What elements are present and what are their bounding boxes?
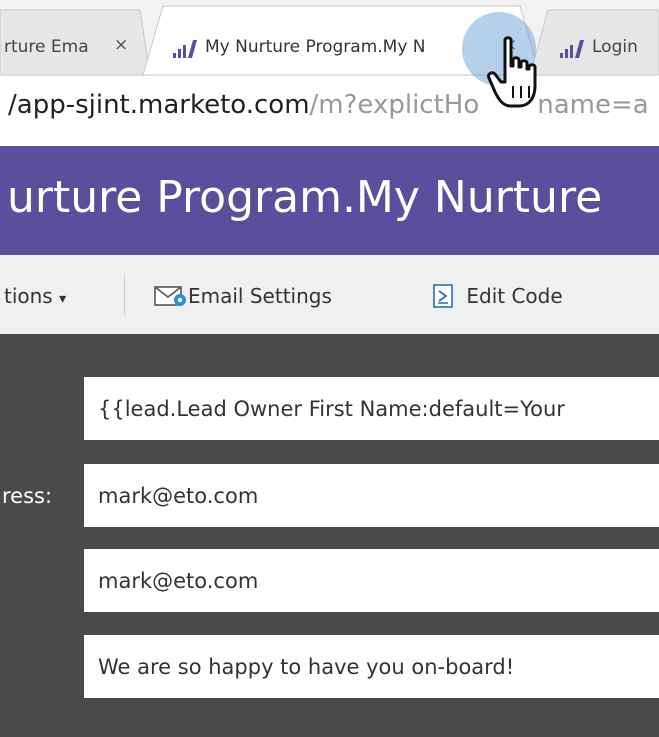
- url-text: /app-sjint.marketo.com/m?explictHo name=a: [8, 90, 649, 120]
- reply-to-field[interactable]: [84, 549, 659, 612]
- from-address-label: ress:: [2, 484, 53, 508]
- url-tail: name=a: [537, 90, 649, 120]
- edit-code-label: Edit Code: [466, 284, 563, 308]
- subject-field[interactable]: [84, 635, 659, 698]
- email-settings-panel: ress:: [0, 334, 659, 737]
- code-file-icon: [433, 284, 453, 308]
- editor-toolbar: tions ▾ Email Settings Edit Code: [0, 255, 659, 334]
- tab-label: rture Ema: [4, 37, 89, 57]
- actions-menu-button[interactable]: tions ▾: [4, 284, 66, 308]
- toolbar-divider: [124, 275, 125, 315]
- page-title: urture Program.My Nurture: [7, 172, 603, 223]
- program-header: urture Program.My Nurture: [0, 146, 659, 255]
- marketo-bars-icon: [560, 40, 584, 58]
- browser-tab-strip: rture Ema × My Nurture Program.My N × Lo…: [0, 0, 659, 75]
- address-bar[interactable]: /app-sjint.marketo.com/m?explictHo name=a: [0, 75, 659, 145]
- close-icon[interactable]: ×: [114, 35, 128, 55]
- hand-pointer-icon: [487, 36, 537, 108]
- url-path: /m?explictHo: [309, 90, 480, 120]
- edit-code-button[interactable]: Edit Code: [432, 284, 563, 308]
- from-address-field[interactable]: [84, 464, 659, 527]
- marketo-bars-icon: [173, 40, 197, 58]
- tab-inactive-right[interactable]: Login: [548, 0, 659, 58]
- email-settings-label: Email Settings: [188, 284, 332, 308]
- tab-label: My Nurture Program.My N: [205, 37, 426, 57]
- chevron-down-icon: ▾: [59, 291, 67, 307]
- email-settings-button[interactable]: Email Settings: [154, 284, 332, 308]
- url-host: /app-sjint.marketo.com: [8, 90, 310, 120]
- actions-label: tions: [4, 284, 53, 308]
- email-gear-icon: [154, 286, 186, 306]
- from-name-field[interactable]: [84, 377, 659, 440]
- tab-inactive-left[interactable]: rture Ema ×: [0, 0, 140, 57]
- tab-label: Login: [592, 37, 638, 57]
